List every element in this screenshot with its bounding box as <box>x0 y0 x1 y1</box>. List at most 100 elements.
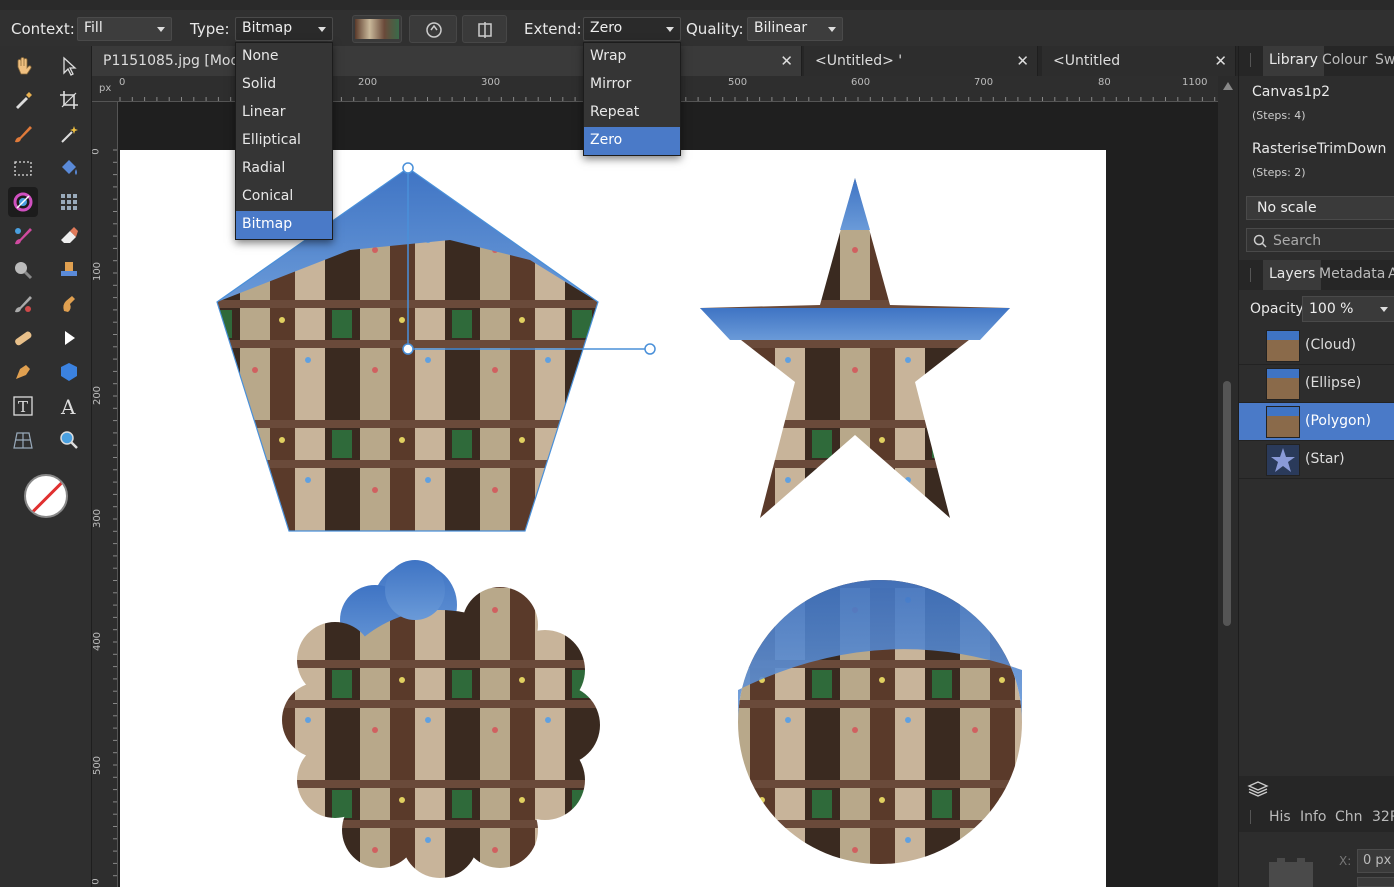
rotate-fill-button[interactable] <box>409 15 457 43</box>
scale-value: No scale <box>1257 200 1317 216</box>
paint-brush-tool[interactable] <box>8 119 38 149</box>
tab-metadata[interactable]: Metadata <box>1319 266 1385 282</box>
scroll-thumb[interactable] <box>1223 381 1231 626</box>
search-input[interactable]: Search <box>1246 228 1394 252</box>
gradient-tool[interactable] <box>8 187 38 217</box>
pen-icon <box>16 365 30 379</box>
ruler-label: 0 <box>92 878 102 884</box>
text-icon: A <box>60 395 76 417</box>
star-shape <box>700 178 1010 518</box>
close-icon[interactable]: ✕ <box>780 52 793 70</box>
node-pointer-icon <box>65 331 75 345</box>
y-position-field[interactable] <box>1357 877 1394 887</box>
tab-document-2[interactable]: <Untitled> ' ✕ <box>804 46 1038 76</box>
color-replace-tool[interactable] <box>8 221 38 251</box>
opacity-label: Opacity: <box>1250 301 1308 317</box>
perspective-tool[interactable] <box>8 425 38 455</box>
bitmap-preview-button[interactable] <box>352 15 402 43</box>
color-picker-tool[interactable] <box>8 85 38 115</box>
frame-text-tool[interactable]: T <box>8 391 38 421</box>
panel-grip <box>1250 53 1251 67</box>
opacity-field[interactable]: 100 % <box>1302 296 1394 322</box>
finger-icon <box>63 296 75 312</box>
zoom-blur-tool[interactable] <box>8 255 38 285</box>
hand-tool[interactable] <box>8 51 38 81</box>
menu-item-wrap[interactable]: Wrap <box>584 43 680 71</box>
healing-tool[interactable] <box>8 323 38 353</box>
extend-dropdown[interactable]: Zero <box>583 17 681 41</box>
document-page[interactable] <box>120 150 1106 887</box>
shape-tool[interactable] <box>54 357 84 387</box>
x-position-field[interactable]: 0 px <box>1357 849 1394 873</box>
close-icon[interactable]: ✕ <box>1214 52 1227 70</box>
clone-tool[interactable] <box>54 255 84 285</box>
sharpen-tool[interactable] <box>54 289 84 319</box>
align-fill-button[interactable] <box>462 15 507 43</box>
tab-library[interactable]: Library <box>1263 46 1324 76</box>
menu-item-solid[interactable]: Solid <box>236 71 332 99</box>
chevron-down-icon[interactable] <box>1380 307 1388 312</box>
type-dropdown[interactable]: Bitmap <box>235 17 333 41</box>
menu-item-mirror[interactable]: Mirror <box>584 71 680 99</box>
marquee-tool[interactable] <box>8 153 38 183</box>
layer-row-ellipse[interactable]: (Ellipse) <box>1239 365 1394 403</box>
search-icon <box>1253 234 1267 248</box>
tab-swatches[interactable]: Swa <box>1375 52 1394 68</box>
tab-more[interactable]: A <box>1388 266 1394 282</box>
hand-icon <box>17 57 32 75</box>
tab-history[interactable]: His <box>1269 809 1291 825</box>
close-icon[interactable]: ✕ <box>1016 52 1029 70</box>
tab-layers[interactable]: Layers <box>1263 260 1322 290</box>
menu-item-repeat[interactable]: Repeat <box>584 99 680 127</box>
chevron-down-icon <box>157 27 165 32</box>
menu-item-linear[interactable]: Linear <box>236 99 332 127</box>
zoom-tool[interactable] <box>54 425 84 455</box>
tab-colour[interactable]: Colour <box>1322 52 1367 68</box>
right-panel: Library Colour Swa Canvas1p2 (Steps: 4) … <box>1238 46 1394 887</box>
move-tool[interactable] <box>54 51 84 81</box>
layer-thumbnail <box>1266 368 1300 400</box>
menu-item-bitmap[interactable]: Bitmap <box>236 211 332 239</box>
menu-item-elliptical[interactable]: Elliptical <box>236 127 332 155</box>
extend-menu: Wrap Mirror Repeat Zero <box>583 42 681 156</box>
scroll-up-icon[interactable] <box>1223 82 1233 90</box>
mesh-tool[interactable] <box>54 187 84 217</box>
library-item-name[interactable]: Canvas1p2 <box>1252 84 1330 100</box>
opacity-value: 100 % <box>1309 301 1354 317</box>
scale-dropdown[interactable]: No scale <box>1246 196 1394 220</box>
extend-label: Extend: <box>524 20 582 38</box>
pen-tool[interactable] <box>8 357 38 387</box>
eraser-tool[interactable] <box>54 221 84 251</box>
tools-panel: T A <box>0 46 92 887</box>
vertical-scrollbar[interactable] <box>1218 76 1238 887</box>
menu-item-radial[interactable]: Radial <box>236 155 332 183</box>
menu-item-none[interactable]: None <box>236 43 332 71</box>
tab-channels[interactable]: Chn <box>1335 809 1363 825</box>
tab-document-3[interactable]: <Untitled ✕ <box>1042 46 1236 76</box>
magic-wand-tool[interactable] <box>54 119 84 149</box>
layer-row-polygon[interactable]: (Polygon) <box>1239 403 1394 441</box>
library-panel-tabs: Library Colour Swa <box>1239 46 1394 76</box>
library-item-name[interactable]: RasteriseTrimDown <box>1252 141 1386 157</box>
tab-info[interactable]: Info <box>1300 809 1327 825</box>
crop-tool[interactable] <box>54 85 84 115</box>
artistic-text-tool[interactable]: A <box>54 391 84 421</box>
menu-item-zero[interactable]: Zero <box>584 127 680 155</box>
quality-dropdown[interactable]: Bilinear <box>747 17 843 41</box>
layers-panel-tabs: Layers Metadata A <box>1239 260 1394 290</box>
tab-document-1[interactable]: P1151085.jpg [Modifie ✕ <box>92 46 802 76</box>
flood-fill-tool[interactable] <box>54 153 84 183</box>
bitmap-thumbnail <box>355 19 399 39</box>
menu-item-conical[interactable]: Conical <box>236 183 332 211</box>
fill-swatch-none[interactable] <box>24 474 68 518</box>
node-tool[interactable] <box>54 323 84 353</box>
panel-grip <box>1250 268 1251 282</box>
tab-32p[interactable]: 32P <box>1372 809 1394 825</box>
layer-name: (Cloud) <box>1305 337 1356 353</box>
layer-row-star[interactable]: (Star) <box>1239 441 1394 479</box>
layers-stack-icon[interactable] <box>1247 780 1269 798</box>
layer-row-cloud[interactable]: (Cloud) <box>1239 327 1394 365</box>
chevron-down-icon <box>828 27 836 32</box>
context-dropdown[interactable]: Fill <box>77 17 172 41</box>
smudge-tool[interactable] <box>8 289 38 319</box>
